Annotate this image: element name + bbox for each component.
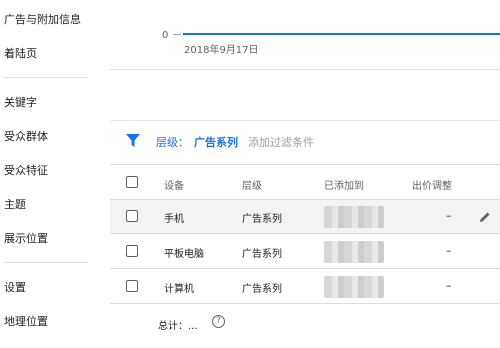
cell-level: 广告系列 — [242, 249, 282, 260]
total-label: 总计：... — [158, 321, 198, 332]
chart-series-line — [183, 33, 500, 35]
sidebar-nav: 广告与附加信息 着陆页 关键字 受众群体 受众特征 主题 展示位置 设置 地理位… — [0, 0, 110, 348]
cell-added-to-redacted — [324, 241, 384, 263]
edit-pencil-icon[interactable] — [478, 210, 492, 224]
chart-x-date-label: 2018年9月17日 — [184, 45, 259, 56]
performance-chart: 0 2018年9月17日 — [110, 0, 500, 70]
table-footer: 总计：... ? — [110, 304, 500, 348]
column-header-level[interactable]: 层级 — [242, 177, 262, 192]
table-row[interactable]: 手机 广告系列 – — [110, 200, 500, 234]
sidebar-item-topics[interactable]: 主题 — [4, 196, 26, 212]
column-header-bid-adjustment[interactable]: 出价调整 — [412, 177, 452, 192]
cell-level: 广告系列 — [242, 214, 282, 225]
sidebar-item-settings[interactable]: 设置 — [4, 279, 26, 295]
cell-device: 平板电脑 — [164, 249, 204, 260]
filter-icon[interactable] — [126, 134, 140, 148]
sidebar-item-placements[interactable]: 展示位置 — [4, 230, 48, 246]
cell-bid-adjustment[interactable]: – — [446, 209, 452, 222]
add-filter-link[interactable]: 添加过滤条件 — [248, 134, 314, 150]
help-circle-icon[interactable]: ? — [212, 315, 225, 328]
sidebar-item-keywords[interactable]: 关键字 — [4, 94, 37, 110]
sidebar-divider — [4, 77, 88, 78]
row-checkbox[interactable] — [126, 210, 138, 222]
cell-device: 手机 — [164, 214, 184, 225]
table-header: 设备 层级 已添加到 出价调整 — [110, 164, 500, 200]
select-all-checkbox[interactable] — [126, 176, 138, 188]
table-row[interactable]: 计算机 广告系列 – — [110, 270, 500, 304]
cell-device: 计算机 — [164, 284, 194, 295]
sidebar-item-demographics[interactable]: 受众特征 — [4, 162, 48, 178]
sidebar-item-landing-pages[interactable]: 着陆页 — [4, 45, 37, 61]
column-header-added-to[interactable]: 已添加到 — [324, 177, 364, 192]
sidebar-item-audiences[interactable]: 受众群体 — [4, 128, 48, 144]
sidebar-item-ads-extensions[interactable]: 广告与附加信息 — [4, 11, 81, 27]
cell-added-to-redacted — [324, 206, 384, 228]
cell-bid-adjustment[interactable]: – — [446, 279, 452, 292]
table-row[interactable]: 平板电脑 广告系列 – — [110, 235, 500, 269]
filter-level-value[interactable]: 广告系列 — [194, 134, 238, 150]
column-header-device[interactable]: 设备 — [164, 177, 184, 192]
cell-added-to-redacted — [324, 276, 384, 298]
sidebar-divider — [4, 262, 88, 263]
row-checkbox[interactable] — [126, 245, 138, 257]
cell-level: 广告系列 — [242, 284, 282, 295]
cell-bid-adjustment[interactable]: – — [446, 244, 452, 257]
main-panel: 0 2018年9月17日 层级： 广告系列 添加过滤条件 设备 层级 已添加到 … — [110, 0, 500, 348]
filter-level-label: 层级： — [156, 136, 189, 149]
chart-y-tick — [173, 34, 181, 35]
row-checkbox[interactable] — [126, 280, 138, 292]
chart-y-zero-label: 0 — [162, 30, 169, 41]
sidebar-item-locations[interactable]: 地理位置 — [4, 313, 48, 329]
filter-bar: 层级： 广告系列 添加过滤条件 — [110, 120, 500, 160]
